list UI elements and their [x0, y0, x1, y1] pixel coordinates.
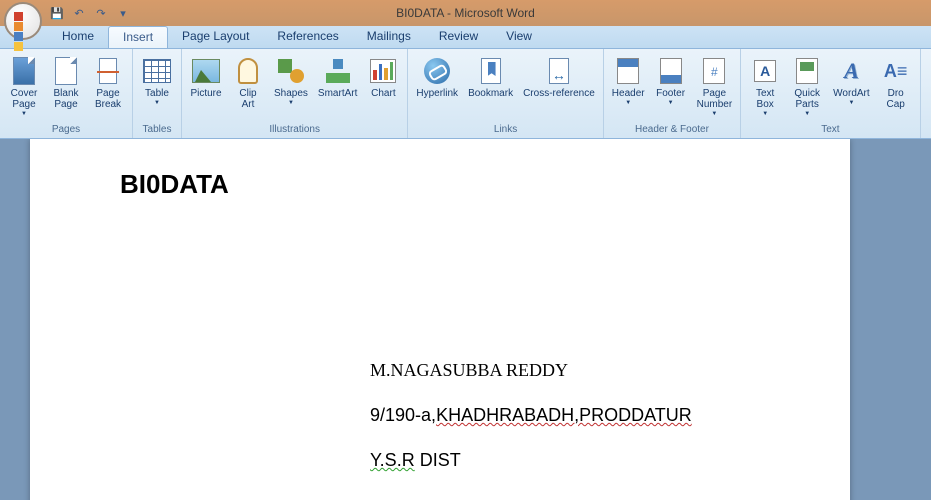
group-label: Text	[745, 122, 916, 138]
group-label: Pages	[4, 122, 128, 138]
picture-icon	[192, 59, 220, 83]
drop-cap-button[interactable]: A≡DroCap	[876, 53, 916, 112]
header-icon	[617, 58, 639, 84]
tab-page-layout[interactable]: Page Layout	[168, 26, 263, 48]
header-button[interactable]: Header▼	[608, 53, 649, 108]
group-pages: CoverPage▼ BlankPage PageBreak Pages	[0, 49, 133, 138]
document-area[interactable]: BI0DATA M.NAGASUBBA REDDY 9/190-a,KHADHR…	[0, 139, 931, 500]
clip-art-icon	[238, 58, 258, 84]
tab-references[interactable]: References	[263, 26, 352, 48]
cross-reference-button[interactable]: Cross-reference	[519, 53, 599, 101]
document-page[interactable]: BI0DATA M.NAGASUBBA REDDY 9/190-a,KHADHR…	[30, 139, 850, 500]
quick-access-toolbar: 💾 ↶ ↷ ▾	[48, 4, 132, 22]
group-header-footer: Header▼ Footer▼ #PageNumber▼ Header & Fo…	[604, 49, 741, 138]
save-icon[interactable]: 💾	[48, 4, 66, 22]
qat-dropdown-icon[interactable]: ▾	[114, 4, 132, 22]
chart-icon	[370, 59, 396, 83]
tab-insert[interactable]: Insert	[108, 26, 168, 48]
tab-home[interactable]: Home	[48, 26, 108, 48]
undo-icon[interactable]: ↶	[70, 4, 88, 22]
group-label: Illustrations	[186, 122, 403, 138]
page-break-button[interactable]: PageBreak	[88, 53, 128, 112]
smartart-icon	[325, 59, 351, 83]
cover-page-icon	[13, 57, 35, 85]
group-illustrations: Picture ClipArt Shapes▼ SmartArt Chart I…	[182, 49, 408, 138]
smartart-button[interactable]: SmartArt	[314, 53, 361, 101]
chevron-down-icon: ▼	[288, 100, 294, 106]
chevron-down-icon: ▼	[711, 111, 717, 117]
footer-button[interactable]: Footer▼	[651, 53, 691, 108]
cross-reference-icon	[549, 58, 569, 84]
blank-page-icon	[55, 57, 77, 85]
office-button[interactable]	[4, 2, 42, 40]
chart-button[interactable]: Chart	[363, 53, 403, 101]
group-label: Tables	[137, 122, 177, 138]
wordart-icon: A	[844, 58, 859, 84]
group-links: Hyperlink Bookmark Cross-reference Links	[408, 49, 603, 138]
table-button[interactable]: Table▼	[137, 53, 177, 108]
tab-review[interactable]: Review	[425, 26, 492, 48]
chevron-down-icon: ▼	[848, 100, 854, 106]
document-heading[interactable]: BI0DATA	[120, 169, 760, 200]
title-bar: 💾 ↶ ↷ ▾ BI0DATA - Microsoft Word	[0, 0, 931, 26]
shapes-button[interactable]: Shapes▼	[270, 53, 312, 108]
chevron-down-icon: ▼	[668, 100, 674, 106]
bookmark-icon	[481, 58, 501, 84]
ribbon-tabs: Home Insert Page Layout References Maili…	[0, 26, 931, 49]
tab-mailings[interactable]: Mailings	[353, 26, 425, 48]
page-number-button[interactable]: #PageNumber▼	[693, 53, 737, 119]
group-label: Links	[412, 122, 598, 138]
bookmark-button[interactable]: Bookmark	[464, 53, 517, 101]
document-line[interactable]: 9/190-a,KHADHRABADH,PRODDATUR	[370, 405, 760, 426]
hyperlink-icon	[424, 58, 450, 84]
tab-view[interactable]: View	[492, 26, 546, 48]
chevron-down-icon: ▼	[804, 111, 810, 117]
cover-page-button[interactable]: CoverPage▼	[4, 53, 44, 119]
text-box-icon: A	[754, 60, 776, 82]
ribbon: CoverPage▼ BlankPage PageBreak Pages Tab…	[0, 49, 931, 139]
drop-cap-icon: A≡	[884, 61, 908, 82]
hyperlink-button[interactable]: Hyperlink	[412, 53, 462, 101]
shapes-icon	[278, 59, 304, 83]
chevron-down-icon: ▼	[154, 100, 160, 106]
text-box-button[interactable]: ATextBox▼	[745, 53, 785, 119]
page-number-icon: #	[703, 58, 725, 84]
blank-page-button[interactable]: BlankPage	[46, 53, 86, 112]
page-break-icon	[99, 58, 117, 84]
chevron-down-icon: ▼	[625, 100, 631, 106]
table-icon	[143, 59, 171, 83]
chevron-down-icon: ▼	[21, 111, 27, 117]
redo-icon[interactable]: ↷	[92, 4, 110, 22]
chevron-down-icon: ▼	[762, 111, 768, 117]
wordart-button[interactable]: AWordArt▼	[829, 53, 874, 108]
clip-art-button[interactable]: ClipArt	[228, 53, 268, 112]
group-text: ATextBox▼ QuickParts▼ AWordArt▼ A≡DroCap…	[741, 49, 921, 138]
quick-parts-icon	[796, 58, 818, 84]
document-line[interactable]: M.NAGASUBBA REDDY	[370, 360, 760, 381]
quick-parts-button[interactable]: QuickParts▼	[787, 53, 827, 119]
footer-icon	[660, 58, 682, 84]
group-tables: Table▼ Tables	[133, 49, 182, 138]
picture-button[interactable]: Picture	[186, 53, 226, 101]
document-line[interactable]: Y.S.R DIST	[370, 450, 760, 471]
window-title: BI0DATA - Microsoft Word	[396, 6, 535, 20]
group-label: Header & Footer	[608, 122, 736, 138]
